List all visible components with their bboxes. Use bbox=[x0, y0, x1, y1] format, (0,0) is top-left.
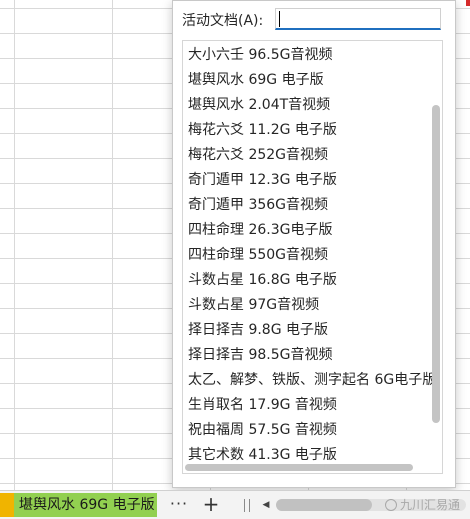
watermark: 九川汇易通 bbox=[384, 496, 460, 513]
vertical-scroll-thumb[interactable] bbox=[432, 105, 440, 423]
vertical-scrollbar[interactable] bbox=[432, 43, 440, 461]
horizontal-scrollbar[interactable] bbox=[185, 464, 425, 471]
watermark-text: 九川汇易通 bbox=[399, 498, 460, 512]
activate-document-dropdown: 活动文档(A): 大小六壬 96.5G音视频 堪舆风水 69G 电子版 堪舆风水 2… bbox=[172, 0, 456, 488]
corner-indicator bbox=[466, 0, 470, 6]
document-list-item[interactable]: 梅花六爻 11.2G 电子版 bbox=[183, 118, 433, 143]
document-list-item[interactable]: 大小六壬 96.5G音视频 bbox=[183, 43, 433, 68]
document-list-item[interactable]: 四柱命理 26.3G电子版 bbox=[183, 218, 433, 243]
spreadsheet-window: 活动文档(A): 大小六壬 96.5G音视频 堪舆风水 69G 电子版 堪舆风水 2… bbox=[0, 0, 470, 519]
document-list-item[interactable]: 斗数占星 16.8G 电子版 bbox=[183, 268, 433, 293]
document-list-item[interactable]: 梅花六爻 252G音视频 bbox=[183, 143, 433, 168]
document-list-item[interactable]: 奇门遁甲 12.3G 电子版 bbox=[183, 168, 433, 193]
document-search-input[interactable] bbox=[275, 8, 441, 30]
sheet-color-marker bbox=[0, 493, 14, 517]
text-caret bbox=[279, 11, 280, 27]
tab-split-handle[interactable] bbox=[244, 499, 250, 512]
document-list-item[interactable]: 堪舆风水 2.04T音视频 bbox=[183, 93, 433, 118]
sheet-scroll-thumb[interactable] bbox=[276, 499, 372, 511]
scroll-left-arrow-icon[interactable]: ◀ bbox=[258, 496, 274, 514]
watermark-logo-icon bbox=[384, 499, 397, 511]
sheet-tab-active[interactable]: 堪舆风水 69G 电子版 bbox=[14, 493, 157, 517]
document-list-item[interactable]: 太乙、解梦、铁版、测字起名 6G电子版 bbox=[183, 368, 433, 393]
more-sheets-button[interactable]: ··· bbox=[167, 494, 191, 516]
horizontal-scroll-thumb[interactable] bbox=[185, 464, 413, 471]
document-list-item[interactable]: 择日择吉 9.8G 电子版 bbox=[183, 318, 433, 343]
document-list-item[interactable]: 择日择吉 98.5G音视频 bbox=[183, 343, 433, 368]
document-list-item[interactable]: 奇门遁甲 356G音视频 bbox=[183, 193, 433, 218]
document-list-item[interactable]: 堪舆风水 69G 电子版 bbox=[183, 68, 433, 93]
add-sheet-button[interactable]: + bbox=[199, 493, 223, 517]
dropdown-header: 活动文档(A): bbox=[173, 1, 455, 37]
document-list-item[interactable]: 四柱命理 550G音视频 bbox=[183, 243, 433, 268]
document-list-item[interactable]: 斗数占星 97G音视频 bbox=[183, 293, 433, 318]
document-list: 大小六壬 96.5G音视频 堪舆风水 69G 电子版 堪舆风水 2.04T音视频 梅花… bbox=[183, 41, 433, 468]
document-list-box: 大小六壬 96.5G音视频 堪舆风水 69G 电子版 堪舆风水 2.04T音视频 梅花… bbox=[182, 40, 443, 474]
sheet-tab-bar: 堪舆风水 69G 电子版 ··· + ◀ 九川汇易通 bbox=[0, 490, 470, 519]
document-list-item[interactable]: 祝由福周 57.5G 音视频 bbox=[183, 418, 433, 443]
document-list-item[interactable]: 生肖取名 17.9G 音视频 bbox=[183, 393, 433, 418]
active-document-label: 活动文档(A): bbox=[182, 13, 264, 29]
